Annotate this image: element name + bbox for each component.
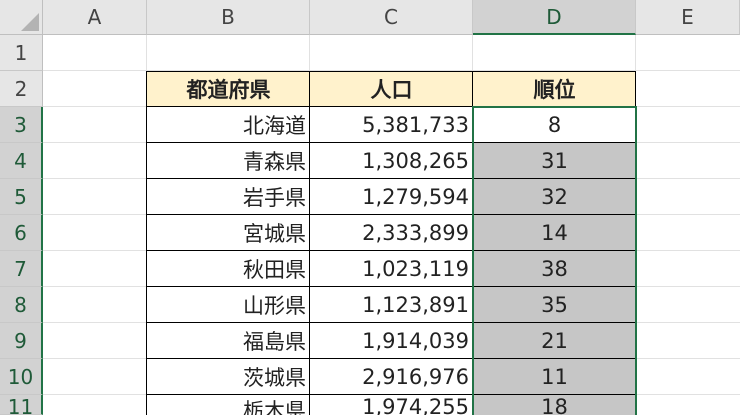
row-header-8[interactable]: 8 bbox=[0, 287, 43, 323]
row-header-10[interactable]: 10 bbox=[0, 359, 43, 395]
row-header-2[interactable]: 2 bbox=[0, 71, 43, 107]
column-header-b[interactable]: B bbox=[147, 0, 310, 35]
prefecture-cell[interactable]: 岩手県 bbox=[147, 179, 310, 215]
table-border bbox=[146, 250, 636, 251]
rank-cell[interactable]: 38 bbox=[473, 251, 636, 287]
rank-cell[interactable]: 31 bbox=[473, 143, 636, 179]
row-header-11[interactable]: 11 bbox=[0, 395, 43, 415]
header-cell-population[interactable]: 人口 bbox=[310, 71, 473, 107]
prefecture-cell[interactable]: 福島県 bbox=[147, 323, 310, 359]
table-border bbox=[146, 286, 636, 287]
spreadsheet-grid[interactable]: A B C D E 1 2 3 4 5 6 7 8 9 10 11 都道府県 人… bbox=[0, 0, 740, 415]
row-header-7[interactable]: 7 bbox=[0, 251, 43, 287]
prefecture-cell[interactable]: 栃木県 bbox=[147, 395, 310, 415]
prefecture-cell[interactable]: 秋田県 bbox=[147, 251, 310, 287]
select-all-triangle-icon bbox=[21, 13, 39, 31]
row-header-5[interactable]: 5 bbox=[0, 179, 43, 215]
table-border bbox=[146, 71, 147, 415]
table-border bbox=[635, 71, 636, 415]
table-border bbox=[472, 71, 473, 415]
header-cell-rank[interactable]: 順位 bbox=[473, 71, 636, 107]
population-cell[interactable]: 1,123,891 bbox=[310, 287, 473, 323]
row-header-4[interactable]: 4 bbox=[0, 143, 43, 179]
row-header-9[interactable]: 9 bbox=[0, 323, 43, 359]
population-cell[interactable]: 2,333,899 bbox=[310, 215, 473, 251]
row-header-6[interactable]: 6 bbox=[0, 215, 43, 251]
prefecture-cell[interactable]: 山形県 bbox=[147, 287, 310, 323]
rank-cell[interactable]: 14 bbox=[473, 215, 636, 251]
header-cell-prefecture[interactable]: 都道府県 bbox=[147, 71, 310, 107]
prefecture-cell[interactable]: 北海道 bbox=[147, 107, 310, 143]
table-border bbox=[309, 71, 310, 415]
prefecture-cell[interactable]: 茨城県 bbox=[147, 359, 310, 395]
rank-cell[interactable]: 21 bbox=[473, 323, 636, 359]
table-border bbox=[146, 394, 636, 395]
table-border bbox=[146, 178, 636, 179]
column-header-e[interactable]: E bbox=[636, 0, 740, 35]
prefecture-cell[interactable]: 宮城県 bbox=[147, 215, 310, 251]
rank-cell[interactable]: 35 bbox=[473, 287, 636, 323]
population-cell[interactable]: 1,279,594 bbox=[310, 179, 473, 215]
population-cell[interactable]: 1,974,255 bbox=[310, 395, 473, 415]
table-border bbox=[146, 71, 636, 72]
column-header-c[interactable]: C bbox=[310, 0, 473, 35]
population-cell[interactable]: 1,023,119 bbox=[310, 251, 473, 287]
rank-cell[interactable]: 32 bbox=[473, 179, 636, 215]
row-header-1[interactable]: 1 bbox=[0, 35, 43, 71]
rank-cell[interactable]: 11 bbox=[473, 359, 636, 395]
row-header-3[interactable]: 3 bbox=[0, 107, 43, 143]
select-all-button[interactable] bbox=[0, 0, 43, 35]
table-border bbox=[146, 322, 636, 323]
table-border bbox=[146, 358, 636, 359]
table-border bbox=[146, 142, 636, 143]
population-cell[interactable]: 1,308,265 bbox=[310, 143, 473, 179]
column-header-d[interactable]: D bbox=[473, 0, 636, 35]
rank-cell[interactable]: 8 bbox=[473, 107, 636, 143]
population-cell[interactable]: 1,914,039 bbox=[310, 323, 473, 359]
table-border bbox=[146, 214, 636, 215]
rank-cell[interactable]: 18 bbox=[473, 395, 636, 415]
population-cell[interactable]: 5,381,733 bbox=[310, 107, 473, 143]
prefecture-cell[interactable]: 青森県 bbox=[147, 143, 310, 179]
population-cell[interactable]: 2,916,976 bbox=[310, 359, 473, 395]
column-header-a[interactable]: A bbox=[43, 0, 147, 35]
table-border bbox=[146, 106, 636, 107]
